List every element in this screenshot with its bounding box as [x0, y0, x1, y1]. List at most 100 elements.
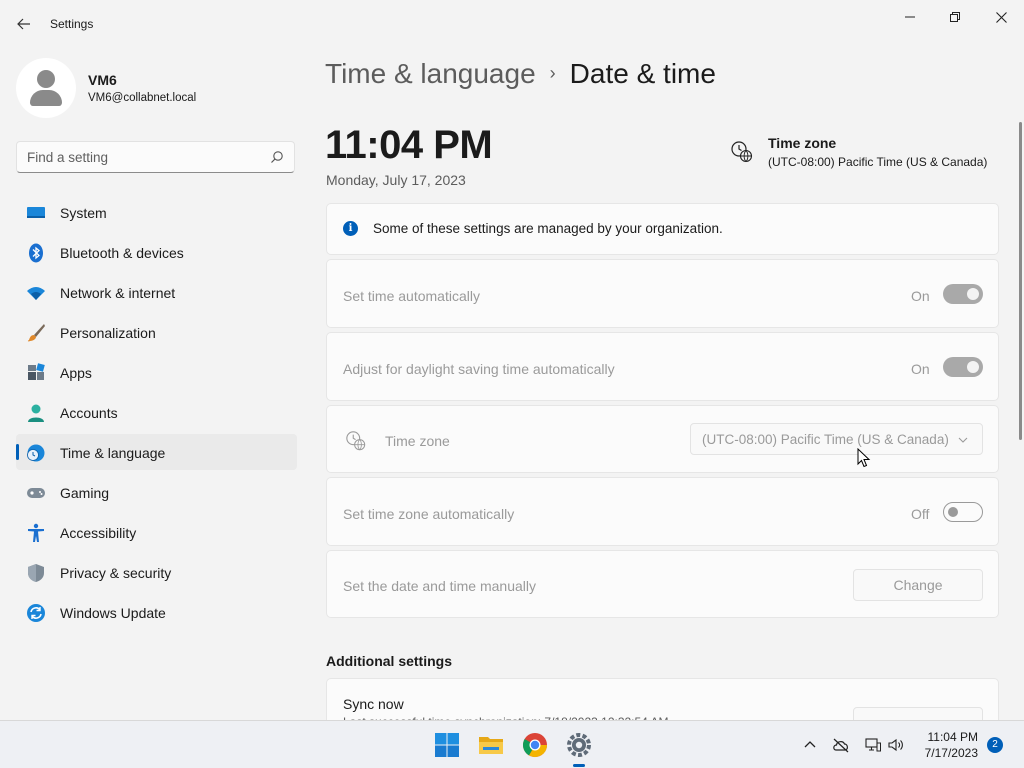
sidebar-item-bluetooth[interactable]: Bluetooth & devices	[16, 234, 297, 270]
notification-badge[interactable]: 2	[987, 737, 1003, 753]
chevron-down-icon	[958, 437, 968, 443]
brush-icon	[27, 324, 45, 342]
sidebar-item-label: Windows Update	[60, 605, 166, 621]
sidebar-item-label: Gaming	[60, 485, 110, 501]
sidebar-item-personalization[interactable]: Personalization	[16, 314, 297, 350]
update-icon	[27, 604, 45, 622]
toggle-knob	[967, 361, 979, 373]
volume-icon[interactable]	[887, 737, 905, 753]
chrome-icon[interactable]	[521, 731, 549, 759]
set-time-auto-card: Set time automatically On	[326, 259, 999, 328]
sidebar-item-label: Personalization	[60, 325, 156, 341]
set-time-auto-label: Set time automatically	[343, 288, 480, 304]
file-explorer-icon[interactable]	[477, 731, 505, 759]
sync-label: Sync now	[343, 696, 404, 712]
set-tz-auto-card: Set time zone automatically Off	[326, 477, 999, 546]
title-bar: Settings	[0, 0, 1024, 48]
accounts-icon	[28, 404, 44, 422]
daylight-saving-state: On	[911, 361, 930, 377]
system-icon	[27, 207, 45, 218]
minimize-button[interactable]	[887, 4, 933, 30]
close-button[interactable]	[978, 4, 1024, 30]
user-email: VM6@collabnet.local	[88, 92, 197, 104]
current-date: Monday, July 17, 2023	[326, 172, 466, 188]
sidebar-item-label: Accounts	[60, 405, 118, 421]
daylight-saving-toggle[interactable]	[943, 357, 983, 377]
toggle-knob	[967, 288, 979, 300]
sidebar-item-accounts[interactable]: Accounts	[16, 394, 297, 430]
timezone-globe-icon	[346, 431, 366, 451]
back-button[interactable]	[10, 10, 38, 38]
network-icon[interactable]	[864, 737, 882, 753]
set-tz-auto-state: Off	[911, 506, 930, 522]
page-title: Date & time	[569, 58, 716, 89]
wifi-icon	[27, 287, 45, 300]
mouse-cursor-icon	[857, 448, 871, 468]
timezone-row-label: Time zone	[385, 433, 450, 449]
breadcrumb-parent[interactable]: Time & language	[325, 58, 536, 89]
settings-gear-icon[interactable]	[565, 731, 593, 759]
sidebar-item-gaming[interactable]: Gaming	[16, 474, 297, 510]
taskbar-clock-time[interactable]: 11:04 PM	[922, 730, 978, 744]
breadcrumb: Time & language › Date & time	[325, 58, 716, 90]
taskbar: 11:04 PM 7/17/2023 2	[0, 720, 1024, 768]
set-time-auto-toggle[interactable]	[943, 284, 983, 304]
timezone-globe-icon	[731, 141, 753, 163]
sidebar-item-label: Network & internet	[60, 285, 176, 301]
close-icon	[995, 11, 1007, 23]
search-input[interactable]	[27, 148, 267, 166]
apps-icon	[28, 363, 45, 380]
manual-datetime-card: Set the date and time manually Change	[326, 550, 999, 618]
set-tz-auto-toggle[interactable]	[943, 502, 983, 522]
sidebar-item-apps[interactable]: Apps	[16, 354, 297, 390]
chevron-up-icon[interactable]	[801, 737, 819, 753]
bluetooth-icon	[29, 243, 43, 263]
avatar-body	[30, 90, 62, 106]
timezone-header-title: Time zone	[768, 135, 837, 151]
daylight-saving-label: Adjust for daylight saving time automati…	[343, 361, 615, 377]
cloud-offline-icon[interactable]	[832, 737, 850, 753]
taskbar-clock-date[interactable]: 7/17/2023	[918, 746, 978, 760]
sidebar-item-privacy[interactable]: Privacy & security	[16, 554, 297, 590]
user-name: VM6	[88, 72, 117, 88]
toggle-knob	[948, 507, 958, 517]
app-title: Settings	[50, 17, 94, 31]
restore-button[interactable]	[932, 4, 978, 30]
change-button[interactable]: Change	[853, 569, 983, 601]
timezone-dropdown[interactable]: (UTC-08:00) Pacific Time (US & Canada)	[690, 423, 983, 455]
sidebar-item-label: Privacy & security	[60, 565, 172, 581]
sidebar-item-network[interactable]: Network & internet	[16, 274, 297, 310]
info-icon: i	[343, 221, 358, 236]
additional-settings-heading: Additional settings	[326, 653, 452, 669]
accessibility-icon	[28, 523, 44, 542]
sidebar-item-label: Accessibility	[60, 525, 137, 541]
sidebar-item-label: Time & language	[60, 445, 166, 461]
managed-info-banner: i Some of these settings are managed by …	[326, 203, 999, 255]
set-time-auto-state: On	[911, 288, 930, 304]
scrollbar-thumb[interactable]	[1019, 122, 1022, 440]
shield-icon	[28, 564, 44, 582]
avatar-head	[37, 70, 55, 88]
minimize-icon	[905, 16, 915, 18]
avatar[interactable]	[16, 58, 76, 118]
active-app-indicator	[573, 764, 585, 767]
sidebar-item-system[interactable]: System	[16, 194, 297, 230]
daylight-saving-card: Adjust for daylight saving time automati…	[326, 332, 999, 401]
current-time: 11:04 PM	[325, 123, 493, 167]
set-tz-auto-label: Set time zone automatically	[343, 506, 515, 522]
sidebar-item-label: System	[60, 205, 107, 221]
info-banner-text: Some of these settings are managed by yo…	[373, 221, 723, 236]
timezone-header-value: (UTC-08:00) Pacific Time (US & Canada)	[768, 155, 988, 169]
time-language-icon	[27, 444, 45, 462]
restore-icon	[950, 12, 960, 22]
sidebar-item-time-language[interactable]: Time & language	[16, 434, 297, 470]
sidebar-item-windows-update[interactable]: Windows Update	[16, 594, 297, 630]
manual-datetime-label: Set the date and time manually	[343, 578, 537, 594]
windows-start-icon[interactable]	[433, 731, 461, 759]
search-icon[interactable]	[270, 150, 284, 164]
sidebar-item-accessibility[interactable]: Accessibility	[16, 514, 297, 550]
search-box[interactable]	[16, 141, 295, 173]
timezone-card: Time zone (UTC-08:00) Pacific Time (US &…	[326, 405, 999, 473]
sidebar-item-label: Bluetooth & devices	[60, 245, 184, 261]
sidebar-item-label: Apps	[60, 365, 92, 381]
